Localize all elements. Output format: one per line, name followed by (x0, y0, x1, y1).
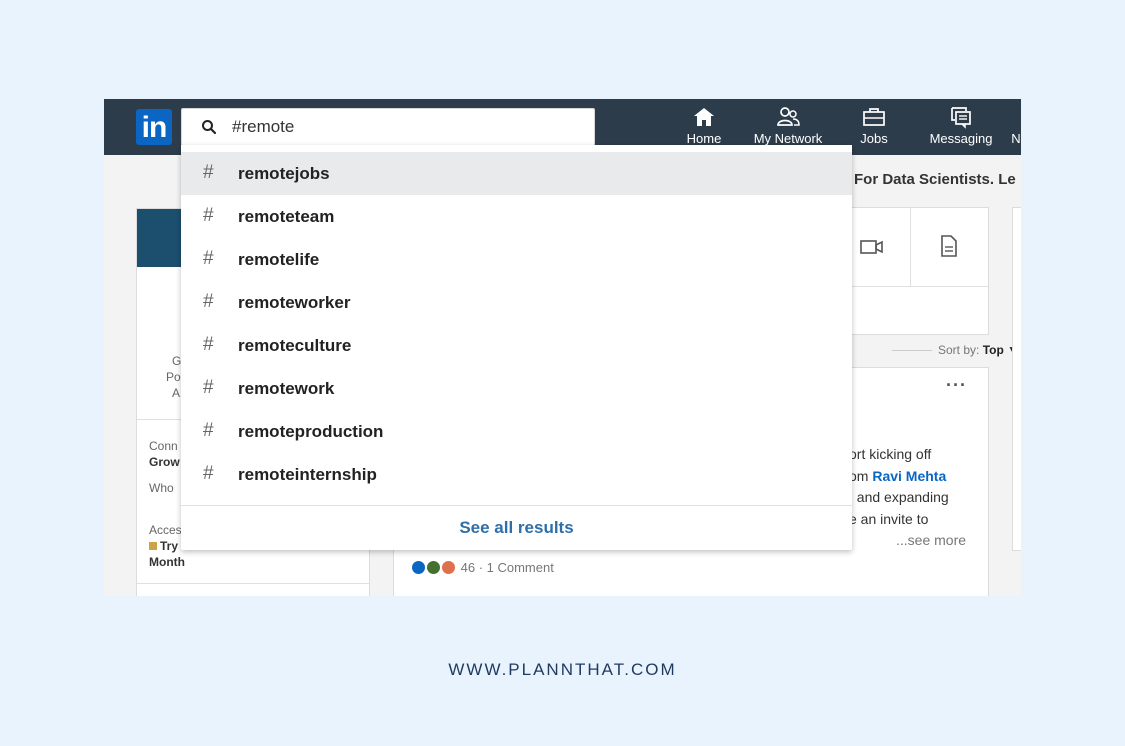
sort-value: Top (982, 343, 1004, 357)
nav-messaging[interactable]: Messaging (926, 105, 996, 151)
video-icon[interactable] (860, 238, 884, 256)
premium-icon (149, 542, 157, 550)
hashtag-icon: # (203, 205, 214, 226)
sort-label: Sort by: (938, 343, 980, 357)
connections-label: Conn (149, 439, 178, 453)
access-label: Acces (149, 523, 182, 537)
notifications-icon (1010, 105, 1021, 129)
who-viewed-label: Who (149, 481, 174, 495)
see-all-results-link[interactable]: See all results (181, 506, 852, 550)
nav-label: My Network (753, 131, 823, 146)
search-icon (202, 120, 217, 135)
nav-jobs[interactable]: Jobs (856, 105, 892, 151)
grow-network-link[interactable]: Grow (149, 455, 180, 469)
nav-label: Messaging (929, 131, 993, 146)
divider (137, 583, 369, 584)
month-text: Month (149, 555, 185, 569)
hashtag-icon: # (203, 377, 214, 398)
mention-link[interactable]: Ravi Mehta (872, 468, 946, 484)
suggestion-label: remoteproduction (238, 422, 384, 441)
suggestion-remotelife[interactable]: # remotelife (181, 238, 852, 281)
document-icon[interactable] (940, 234, 958, 258)
see-more-link[interactable]: ...see more (896, 532, 966, 548)
try-text: Try (160, 539, 179, 553)
post-text-line: , and expanding (849, 489, 949, 505)
promo-text[interactable]: For Data Scientists. Le (854, 171, 1016, 188)
suggestion-remoteteam[interactable]: # remoteteam (181, 195, 852, 238)
love-icon (442, 561, 455, 574)
suggestion-label: remoteteam (238, 207, 335, 226)
post-text-line: e an invite to (849, 511, 929, 527)
nav-label: N (1011, 131, 1021, 146)
more-options-icon[interactable]: ··· (946, 375, 967, 396)
search-input[interactable] (232, 109, 572, 145)
linkedin-logo[interactable]: in (136, 109, 172, 145)
suggestion-label: remoteworker (238, 293, 351, 312)
network-icon (777, 107, 800, 126)
hashtag-icon: # (203, 420, 214, 441)
sort-line (892, 350, 932, 351)
suggestion-remotework[interactable]: # remotework (181, 367, 852, 410)
home-icon (694, 108, 714, 126)
celebrate-icon (427, 561, 440, 574)
nav-notifications[interactable]: N (1010, 105, 1021, 151)
suggestion-label: remoteinternship (238, 465, 377, 484)
hashtag-icon: # (203, 162, 214, 183)
nav-label: Home (686, 131, 722, 146)
right-rail-card (1012, 207, 1021, 551)
suggestion-label: remotejobs (238, 164, 330, 183)
try-premium-link[interactable]: Try (149, 539, 178, 553)
profile-fragment: Po (166, 370, 181, 384)
hashtag-icon: # (203, 248, 214, 269)
profile-fragment: A (172, 386, 181, 400)
hashtag-icon: # (203, 463, 214, 484)
reactions-summary[interactable]: 46 · 1 Comment (412, 560, 554, 575)
linkedin-screenshot: G Po A Conn Grow Who Acces Try Month For… (104, 99, 1021, 596)
suggestion-label: remotelife (238, 250, 320, 269)
suggestion-label: remoteculture (238, 336, 352, 355)
post-text-line: ort kicking off (849, 446, 932, 462)
hashtag-icon: # (203, 291, 214, 312)
nav-label: Jobs (860, 131, 888, 146)
suggestion-remoteculture[interactable]: # remoteculture (181, 324, 852, 367)
like-icon (412, 561, 425, 574)
sort-control[interactable]: Sort by: Top ▼ (892, 343, 1019, 357)
messaging-icon (951, 107, 971, 129)
hashtag-icon: # (203, 334, 214, 355)
search-box[interactable] (181, 108, 595, 146)
search-suggestions-dropdown: # remotejobs # remoteteam # remotelife #… (181, 145, 852, 550)
reactions-count: 46 · 1 Comment (460, 560, 554, 575)
divider (910, 208, 911, 286)
suggestion-label: remotework (238, 379, 335, 398)
suggestion-remoteproduction[interactable]: # remoteproduction (181, 410, 852, 453)
footer-url: WWW.PLANNTHAT.COM (448, 660, 677, 679)
profile-fragment: G (172, 354, 182, 368)
briefcase-icon (863, 108, 885, 126)
post-text-line: om Ravi Mehta (849, 468, 946, 484)
suggestion-remoteinternship[interactable]: # remoteinternship (181, 453, 852, 496)
suggestion-remoteworker[interactable]: # remoteworker (181, 281, 852, 324)
suggestion-remotejobs[interactable]: # remotejobs (181, 152, 852, 195)
